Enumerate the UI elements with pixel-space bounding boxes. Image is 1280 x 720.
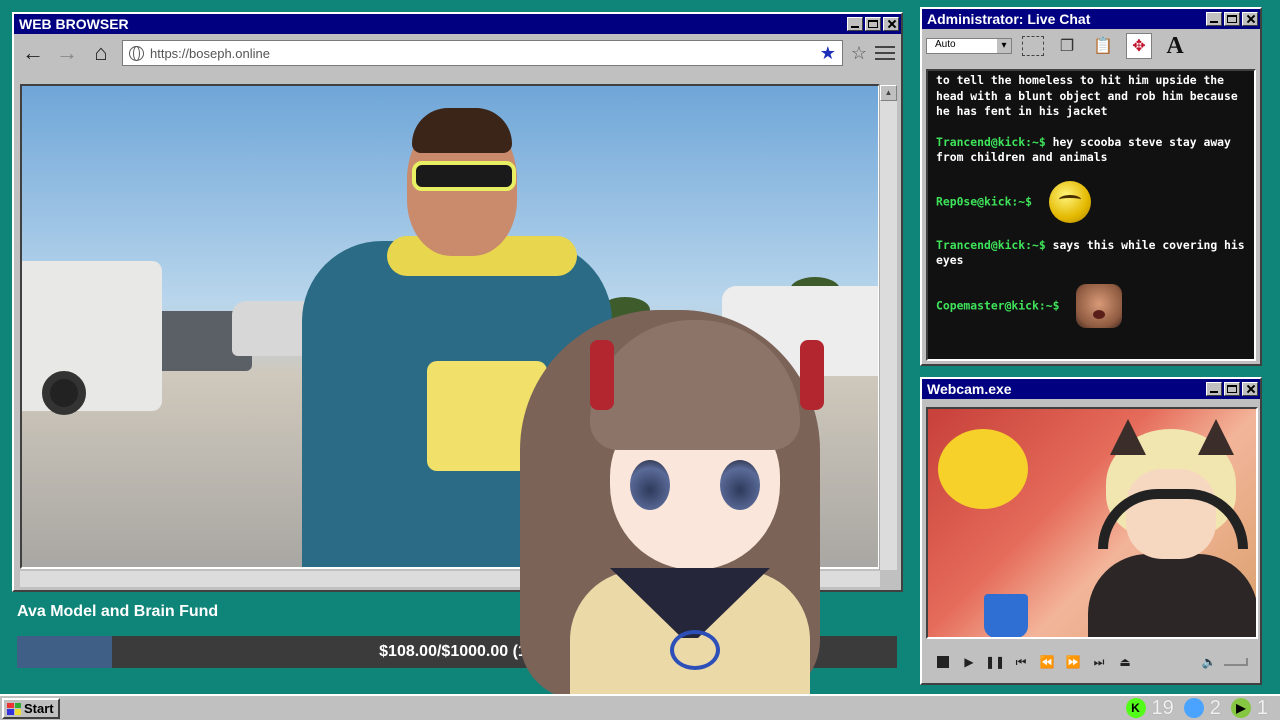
- chat-message: to tell the homeless to hit him upside t…: [936, 73, 1246, 120]
- bookmark-star-icon[interactable]: ★: [820, 43, 836, 64]
- media-controls: ▶ ❚❚ ⏮ ⏪ ⏩ ⏭ ⏏ 🔈: [926, 647, 1258, 677]
- webcam-titlebar[interactable]: Webcam.exe: [922, 379, 1260, 399]
- rewind-icon[interactable]: ⏪: [1040, 655, 1055, 669]
- maximize-button[interactable]: [1224, 382, 1240, 396]
- chat-text: to tell the homeless to hit him upside t…: [936, 73, 1238, 118]
- favorites-star-icon[interactable]: ☆: [851, 43, 867, 64]
- windows-logo-icon: [7, 702, 21, 715]
- webcam-window: Webcam.exe ▶ ❚❚ ⏮ ⏪ ⏩ ⏭ ⏏ 🔈: [920, 377, 1262, 685]
- chat-toolbar: Auto ❐ 📋 ✥ A: [922, 29, 1260, 63]
- donation-goal-title: Ava Model and Brain Fund: [17, 603, 219, 620]
- volume-slider[interactable]: [1224, 658, 1248, 666]
- back-arrow-icon[interactable]: ←: [20, 40, 46, 66]
- maximize-button[interactable]: [865, 17, 881, 31]
- kick-icon[interactable]: K: [1125, 698, 1146, 718]
- browser-title: WEB BROWSER: [19, 16, 129, 32]
- taskbar: Start K 19 2 ▶ 1: [0, 694, 1280, 720]
- home-icon[interactable]: ⌂: [88, 40, 114, 66]
- vertical-scrollbar[interactable]: ▲: [879, 85, 897, 570]
- chat-username[interactable]: Copemaster@kick:~$: [936, 298, 1059, 312]
- chat-username[interactable]: Trancend@kick:~$: [936, 238, 1046, 252]
- pause-icon[interactable]: ❚❚: [985, 655, 1005, 669]
- close-button[interactable]: [1242, 12, 1258, 26]
- angry-emoji-icon: [1048, 180, 1091, 223]
- tray-count: 1: [1256, 696, 1268, 719]
- copy-icon[interactable]: ❐: [1054, 33, 1080, 59]
- skip-forward-icon[interactable]: ⏭: [1092, 655, 1106, 669]
- move-icon[interactable]: ✥: [1126, 33, 1152, 59]
- play-icon[interactable]: ▶: [962, 655, 976, 669]
- skip-back-icon[interactable]: ⏮: [1014, 655, 1028, 669]
- tray-count: 2: [1209, 696, 1221, 719]
- chat-message: Copemaster@kick:~$: [936, 283, 1246, 328]
- face-emote-icon: [1076, 283, 1123, 328]
- donation-progress-bar: $108.00/$1000.00 (11: [17, 636, 897, 668]
- avatar: [1088, 419, 1256, 637]
- chat-title: Administrator: Live Chat: [927, 11, 1091, 27]
- chat-titlebar[interactable]: Administrator: Live Chat: [922, 9, 1260, 29]
- eject-icon[interactable]: ⏏: [1118, 655, 1132, 669]
- font-size-select[interactable]: Auto: [926, 38, 1012, 54]
- speaker-icon[interactable]: 🔈: [1202, 655, 1217, 669]
- select-tool-icon[interactable]: [1022, 36, 1044, 56]
- font-icon[interactable]: A: [1162, 33, 1188, 59]
- browser-titlebar[interactable]: WEB BROWSER: [14, 14, 901, 34]
- chat-message: Rep0se@kick:~$: [936, 180, 1246, 223]
- moon-icon[interactable]: [1183, 698, 1204, 718]
- chat-message: Trancend@kick:~$ says this while coverin…: [936, 238, 1246, 269]
- minimize-button[interactable]: [1206, 382, 1222, 396]
- fast-forward-icon[interactable]: ⏩: [1066, 655, 1081, 669]
- tray-count: 19: [1151, 696, 1174, 719]
- maximize-button[interactable]: [1224, 12, 1240, 26]
- chat-message: Trancend@kick:~$ hey scooba steve stay a…: [936, 135, 1246, 166]
- forward-arrow-icon[interactable]: →: [54, 40, 80, 66]
- live-chat-window: Administrator: Live Chat Auto ❐ 📋 ✥ A to…: [920, 7, 1262, 366]
- chat-username[interactable]: Trancend@kick:~$: [936, 135, 1046, 149]
- minimize-button[interactable]: [847, 17, 863, 31]
- close-button[interactable]: [883, 17, 899, 31]
- horizontal-scrollbar[interactable]: [20, 571, 880, 587]
- url-text[interactable]: https://boseph.online: [150, 46, 814, 61]
- address-bar[interactable]: https://boseph.online ★: [122, 40, 843, 66]
- person-in-video: [272, 108, 612, 567]
- donation-progress-text: $108.00/$1000.00 (11: [379, 643, 535, 660]
- globe-icon: [129, 45, 144, 61]
- stop-button[interactable]: [936, 655, 950, 669]
- rumble-icon[interactable]: ▶: [1230, 698, 1251, 718]
- browser-window: WEB BROWSER ← → ⌂ https://boseph.online …: [12, 12, 903, 592]
- scroll-up-icon[interactable]: ▲: [880, 85, 897, 101]
- chat-log[interactable]: to tell the homeless to hit him upside t…: [926, 69, 1256, 361]
- menu-icon[interactable]: [875, 46, 895, 60]
- chat-username[interactable]: Rep0se@kick:~$: [936, 194, 1032, 208]
- start-button[interactable]: Start: [2, 698, 60, 719]
- browser-toolbar: ← → ⌂ https://boseph.online ★ ☆: [14, 34, 901, 72]
- paste-icon[interactable]: 📋: [1090, 33, 1116, 59]
- close-button[interactable]: [1242, 382, 1258, 396]
- start-label: Start: [24, 701, 54, 716]
- webcam-feed: [926, 407, 1258, 639]
- minimize-button[interactable]: [1206, 12, 1222, 26]
- system-tray: K 19 2 ▶ 1: [1125, 696, 1273, 720]
- webcam-title: Webcam.exe: [927, 381, 1012, 397]
- video-viewport[interactable]: [20, 84, 880, 569]
- video-frame: [22, 86, 878, 567]
